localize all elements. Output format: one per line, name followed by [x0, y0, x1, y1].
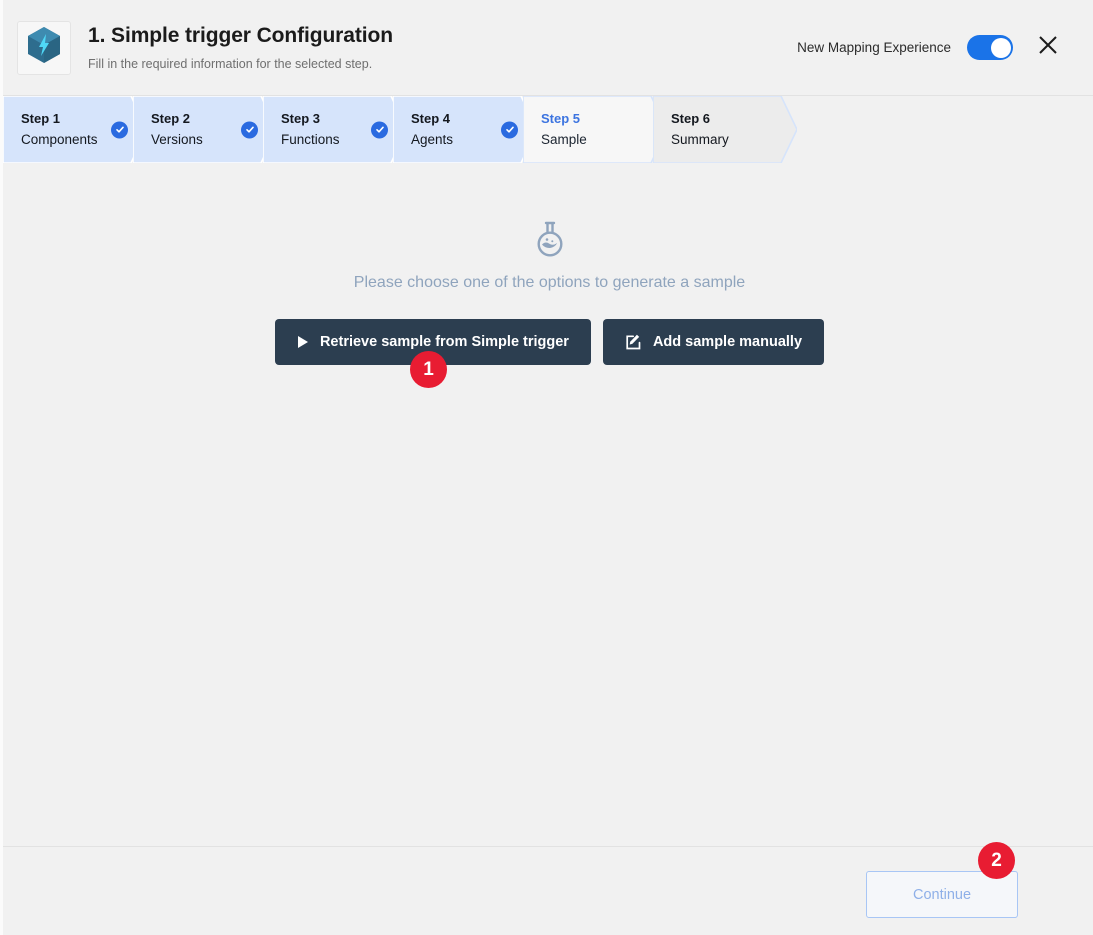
main-content: Please choose one of the options to gene…: [3, 163, 1093, 846]
step-complete-badge: [241, 121, 258, 138]
hexagon-lightning-icon: [27, 26, 61, 69]
sample-action-buttons: Retrieve sample from Simple trigger Add …: [274, 319, 825, 365]
step-label: Summary: [671, 132, 729, 147]
step-number: Step 4: [411, 111, 451, 126]
close-icon: [1037, 34, 1059, 61]
step-complete-badge: [371, 121, 388, 138]
close-button[interactable]: [1033, 33, 1063, 63]
step-number: Step 2: [151, 111, 191, 126]
step-label: Components: [21, 132, 98, 147]
step-breadcrumb: Step 1 Components Step 2 Versions Step 3…: [3, 96, 1093, 163]
page-subtitle: Fill in the required information for the…: [88, 57, 373, 71]
check-icon: [375, 126, 384, 133]
edit-square-icon: [625, 334, 642, 351]
check-icon: [115, 126, 124, 133]
annotation-badge-2: 2: [978, 842, 1015, 879]
add-sample-manually-button[interactable]: Add sample manually: [602, 319, 825, 365]
step-item-3[interactable]: Step 3 Functions: [263, 96, 407, 163]
new-mapping-experience-label: New Mapping Experience: [797, 40, 951, 55]
step-label: Sample: [541, 132, 587, 147]
retrieve-sample-button-label: Retrieve sample from Simple trigger: [319, 334, 569, 350]
page-title: 1. Simple trigger Configuration: [88, 24, 393, 47]
step-complete-badge: [111, 121, 128, 138]
empty-state-message: Please choose one of the options to gene…: [353, 274, 746, 291]
header-controls: New Mapping Experience: [797, 33, 1063, 63]
check-icon: [505, 126, 514, 133]
step-item-2[interactable]: Step 2 Versions: [133, 96, 277, 163]
step-item-5[interactable]: Step 5 Sample: [523, 96, 667, 163]
wizard-dialog: 1. Simple trigger Configuration Fill in …: [0, 0, 1093, 935]
flask-icon: [533, 220, 567, 263]
step-number: Step 1: [21, 111, 61, 126]
step-label: Agents: [411, 132, 454, 147]
step-item-6[interactable]: Step 6 Summary: [653, 96, 797, 163]
add-sample-manually-button-label: Add sample manually: [652, 334, 803, 350]
check-icon: [245, 126, 254, 133]
step-item-4[interactable]: Step 4 Agents: [393, 96, 537, 163]
header-text-group: 1. Simple trigger Configuration Fill in …: [88, 23, 797, 72]
dialog-header: 1. Simple trigger Configuration Fill in …: [3, 0, 1093, 96]
step-complete-badge: [501, 121, 518, 138]
step-number: Step 3: [281, 111, 321, 126]
sample-empty-state: Please choose one of the options to gene…: [3, 220, 1093, 365]
play-icon: [297, 335, 309, 349]
new-mapping-experience-toggle[interactable]: [967, 35, 1013, 60]
step-label: Functions: [281, 132, 340, 147]
step-number: Step 5: [541, 111, 581, 126]
app-icon-container: [17, 20, 71, 75]
toggle-knob: [990, 37, 1011, 58]
step-number: Step 6: [671, 111, 711, 126]
dialog-footer: Continue: [3, 846, 1093, 935]
step-label: Versions: [151, 132, 203, 147]
annotation-badge-1: 1: [410, 351, 447, 388]
step-item-1[interactable]: Step 1 Components: [3, 96, 147, 163]
